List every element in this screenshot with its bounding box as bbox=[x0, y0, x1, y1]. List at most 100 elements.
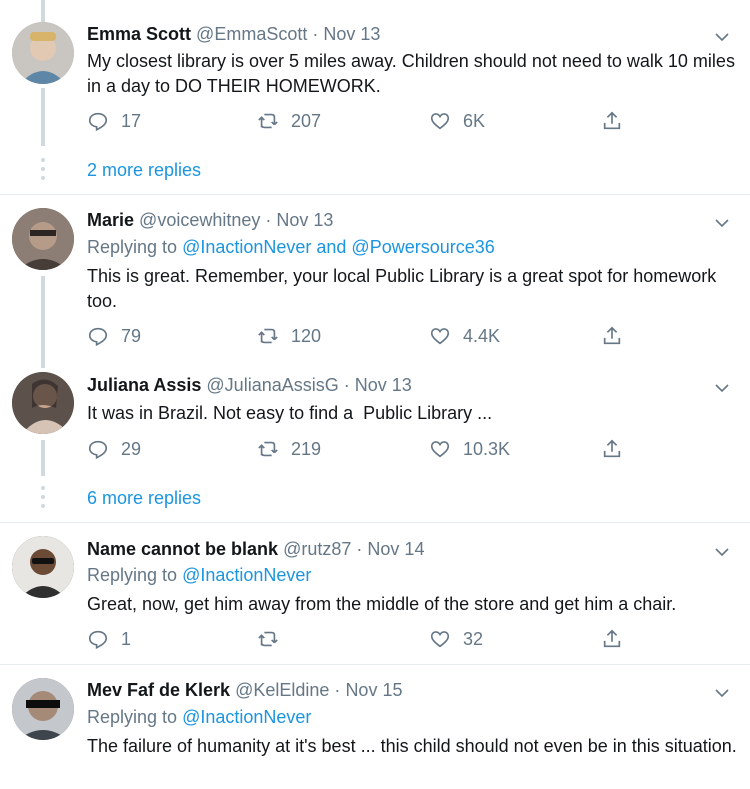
replying-to-link[interactable]: @InactionNever bbox=[182, 565, 311, 585]
retweet-count: 120 bbox=[291, 325, 322, 346]
handle[interactable]: @KelEldine bbox=[235, 680, 329, 700]
thread-dots bbox=[40, 158, 46, 185]
thread-line bbox=[41, 276, 45, 368]
retweet-icon bbox=[258, 113, 278, 129]
reply-button[interactable]: 1 bbox=[87, 626, 131, 652]
separator: · bbox=[343, 375, 350, 395]
like-button[interactable]: 32 bbox=[429, 626, 483, 652]
replying-to-label: Replying to bbox=[87, 707, 183, 727]
like-button[interactable]: 10.3K bbox=[429, 436, 510, 462]
show-more-replies-link[interactable]: 6 more replies bbox=[87, 488, 201, 509]
like-button[interactable]: 4.4K bbox=[429, 323, 500, 349]
share-button[interactable] bbox=[601, 626, 635, 652]
heart-icon bbox=[430, 631, 450, 648]
reply-count: 17 bbox=[121, 110, 142, 131]
tweet-header: Juliana Assis @JulianaAssisG · Nov 13 bbox=[87, 375, 412, 396]
chevron-down-icon[interactable] bbox=[714, 215, 730, 231]
tweet-text: Great, now, get him away from the middle… bbox=[87, 594, 677, 614]
reply-button[interactable]: 29 bbox=[87, 436, 141, 462]
like-count: 4.4K bbox=[463, 325, 501, 346]
avatar[interactable] bbox=[12, 536, 74, 598]
thread-line bbox=[41, 0, 45, 22]
heart-icon bbox=[430, 441, 450, 458]
tweet-header: Marie @voicewhitney · Nov 13 bbox=[87, 210, 333, 231]
share-icon bbox=[603, 111, 621, 130]
avatar[interactable] bbox=[12, 678, 74, 740]
tweet-actions: 17 207 6K bbox=[87, 108, 647, 134]
tweet-text: This is great. Remember, your local Publ… bbox=[87, 266, 717, 311]
replying-to-label: Replying to bbox=[87, 565, 183, 585]
chevron-down-icon[interactable] bbox=[714, 29, 730, 45]
divider bbox=[0, 194, 750, 195]
retweet-button[interactable]: 219 bbox=[257, 436, 321, 462]
timestamp[interactable]: Nov 15 bbox=[345, 680, 402, 700]
reply-count: 1 bbox=[121, 628, 132, 649]
reply-button[interactable]: 79 bbox=[87, 323, 141, 349]
reply-button[interactable]: 17 bbox=[87, 108, 141, 134]
retweet-button[interactable]: 120 bbox=[257, 323, 321, 349]
retweet-button[interactable] bbox=[257, 626, 291, 652]
replying-to: Replying to @InactionNever and @Powersou… bbox=[87, 237, 495, 258]
divider bbox=[0, 664, 750, 665]
display-name[interactable]: Name cannot be blank bbox=[87, 539, 278, 559]
reply-icon bbox=[88, 327, 108, 347]
chevron-down-icon[interactable] bbox=[714, 380, 730, 396]
replying-to-link[interactable]: @InactionNever and @Powersource36 bbox=[182, 237, 495, 257]
separator: · bbox=[334, 680, 341, 700]
reply-count: 79 bbox=[121, 325, 142, 346]
chevron-down-icon[interactable] bbox=[714, 685, 730, 701]
share-button[interactable] bbox=[601, 108, 635, 134]
retweet-icon bbox=[258, 441, 278, 457]
chevron-down-icon[interactable] bbox=[714, 544, 730, 560]
tweet-header: Name cannot be blank @rutz87 · Nov 14 bbox=[87, 539, 424, 560]
separator: · bbox=[265, 210, 272, 230]
reply-icon bbox=[88, 112, 108, 132]
tweet-text: My closest library is over 5 miles away.… bbox=[87, 51, 735, 96]
timestamp[interactable]: Nov 14 bbox=[367, 539, 424, 559]
share-button[interactable] bbox=[601, 323, 635, 349]
tweet-actions: 79 120 4.4K bbox=[87, 323, 647, 349]
heart-icon bbox=[430, 328, 450, 345]
retweet-count: 219 bbox=[291, 438, 322, 459]
reply-icon bbox=[88, 630, 108, 650]
tweet-text: The failure of humanity at it's best ...… bbox=[87, 736, 737, 756]
retweet-count: 207 bbox=[291, 110, 322, 131]
like-count: 6K bbox=[463, 110, 486, 131]
handle[interactable]: @JulianaAssisG bbox=[206, 375, 338, 395]
replying-to-label: Replying to bbox=[87, 237, 183, 257]
tweet-header: Mev Faf de Klerk @KelEldine · Nov 15 bbox=[87, 680, 402, 701]
avatar[interactable] bbox=[12, 372, 74, 434]
thread-dots bbox=[40, 486, 46, 513]
like-count: 10.3K bbox=[463, 438, 511, 459]
show-more-replies-link[interactable]: 2 more replies bbox=[87, 160, 201, 181]
display-name[interactable]: Marie bbox=[87, 210, 134, 230]
retweet-icon bbox=[258, 328, 278, 344]
display-name[interactable]: Emma Scott bbox=[87, 24, 191, 44]
retweet-button[interactable]: 207 bbox=[257, 108, 321, 134]
replying-to: Replying to @InactionNever bbox=[87, 565, 311, 586]
replying-to: Replying to @InactionNever bbox=[87, 707, 311, 728]
avatar[interactable] bbox=[12, 22, 74, 84]
share-button[interactable] bbox=[601, 436, 635, 462]
timestamp[interactable]: Nov 13 bbox=[323, 24, 380, 44]
tweet-actions: 1 32 bbox=[87, 626, 647, 652]
retweet-icon bbox=[258, 631, 278, 647]
timestamp[interactable]: Nov 13 bbox=[276, 210, 333, 230]
handle[interactable]: @EmmaScott bbox=[196, 24, 307, 44]
tweet-text: It was in Brazil. Not easy to find a Pub… bbox=[87, 403, 493, 423]
thread-line bbox=[41, 440, 45, 476]
share-icon bbox=[603, 439, 621, 458]
display-name[interactable]: Juliana Assis bbox=[87, 375, 201, 395]
handle[interactable]: @voicewhitney bbox=[139, 210, 260, 230]
thread-line bbox=[41, 88, 45, 146]
share-icon bbox=[603, 326, 621, 345]
heart-icon bbox=[430, 113, 450, 130]
replying-to-link[interactable]: @InactionNever bbox=[182, 707, 311, 727]
display-name[interactable]: Mev Faf de Klerk bbox=[87, 680, 230, 700]
handle[interactable]: @rutz87 bbox=[283, 539, 351, 559]
tweet-actions: 29 219 10.3K bbox=[87, 436, 647, 462]
avatar[interactable] bbox=[12, 208, 74, 270]
like-button[interactable]: 6K bbox=[429, 108, 485, 134]
divider bbox=[0, 522, 750, 523]
timestamp[interactable]: Nov 13 bbox=[355, 375, 412, 395]
